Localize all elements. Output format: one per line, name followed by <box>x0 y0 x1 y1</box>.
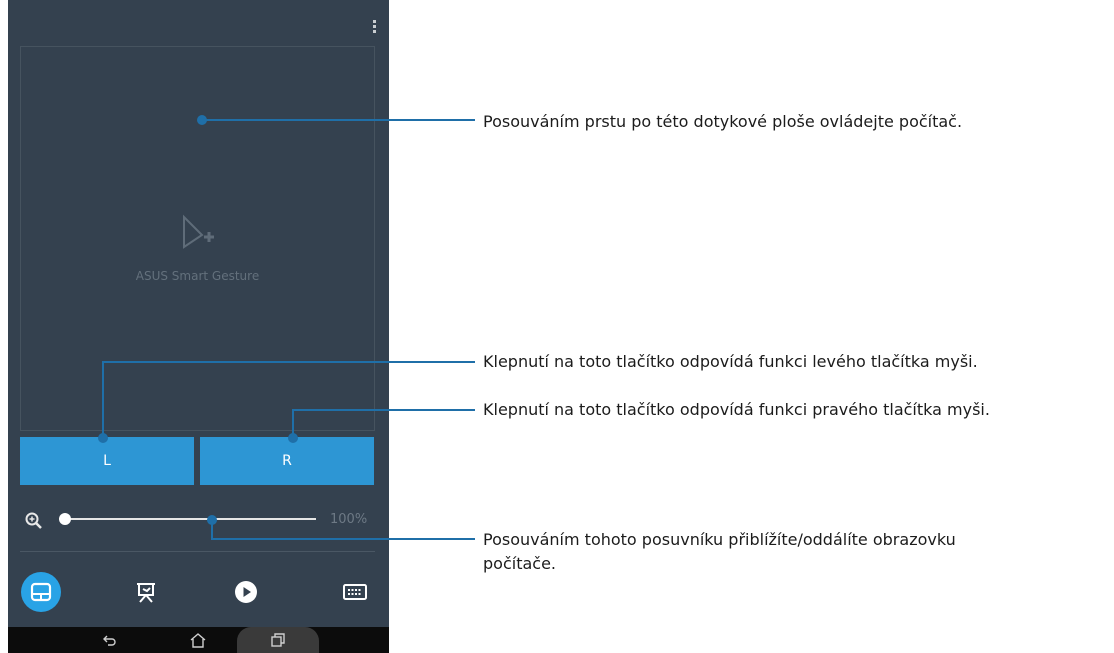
touchpad-callout-dot <box>197 115 207 125</box>
right-button-callout-line <box>292 409 475 438</box>
left-button-callout-line <box>102 361 475 438</box>
slider-callout-line-1: Posouváním tohoto posuvníku přiblížíte/o… <box>483 530 956 549</box>
left-button-callout-text: Klepnutí na toto tlačítko odpovídá funkc… <box>483 352 978 371</box>
slider-callout-text: Posouváním tohoto posuvníku přiblížíte/o… <box>483 528 956 576</box>
left-button-callout-dot <box>98 433 108 443</box>
touchpad-callout-text: Posouváním prstu po této dotykové ploše … <box>483 112 963 131</box>
slider-callout-line-2: počítače. <box>483 554 556 573</box>
slider-callout-dot <box>207 515 217 525</box>
right-button-callout-dot <box>288 433 298 443</box>
slider-callout-line <box>211 520 475 540</box>
right-button-callout-text: Klepnutí na toto tlačítko odpovídá funkc… <box>483 400 990 419</box>
